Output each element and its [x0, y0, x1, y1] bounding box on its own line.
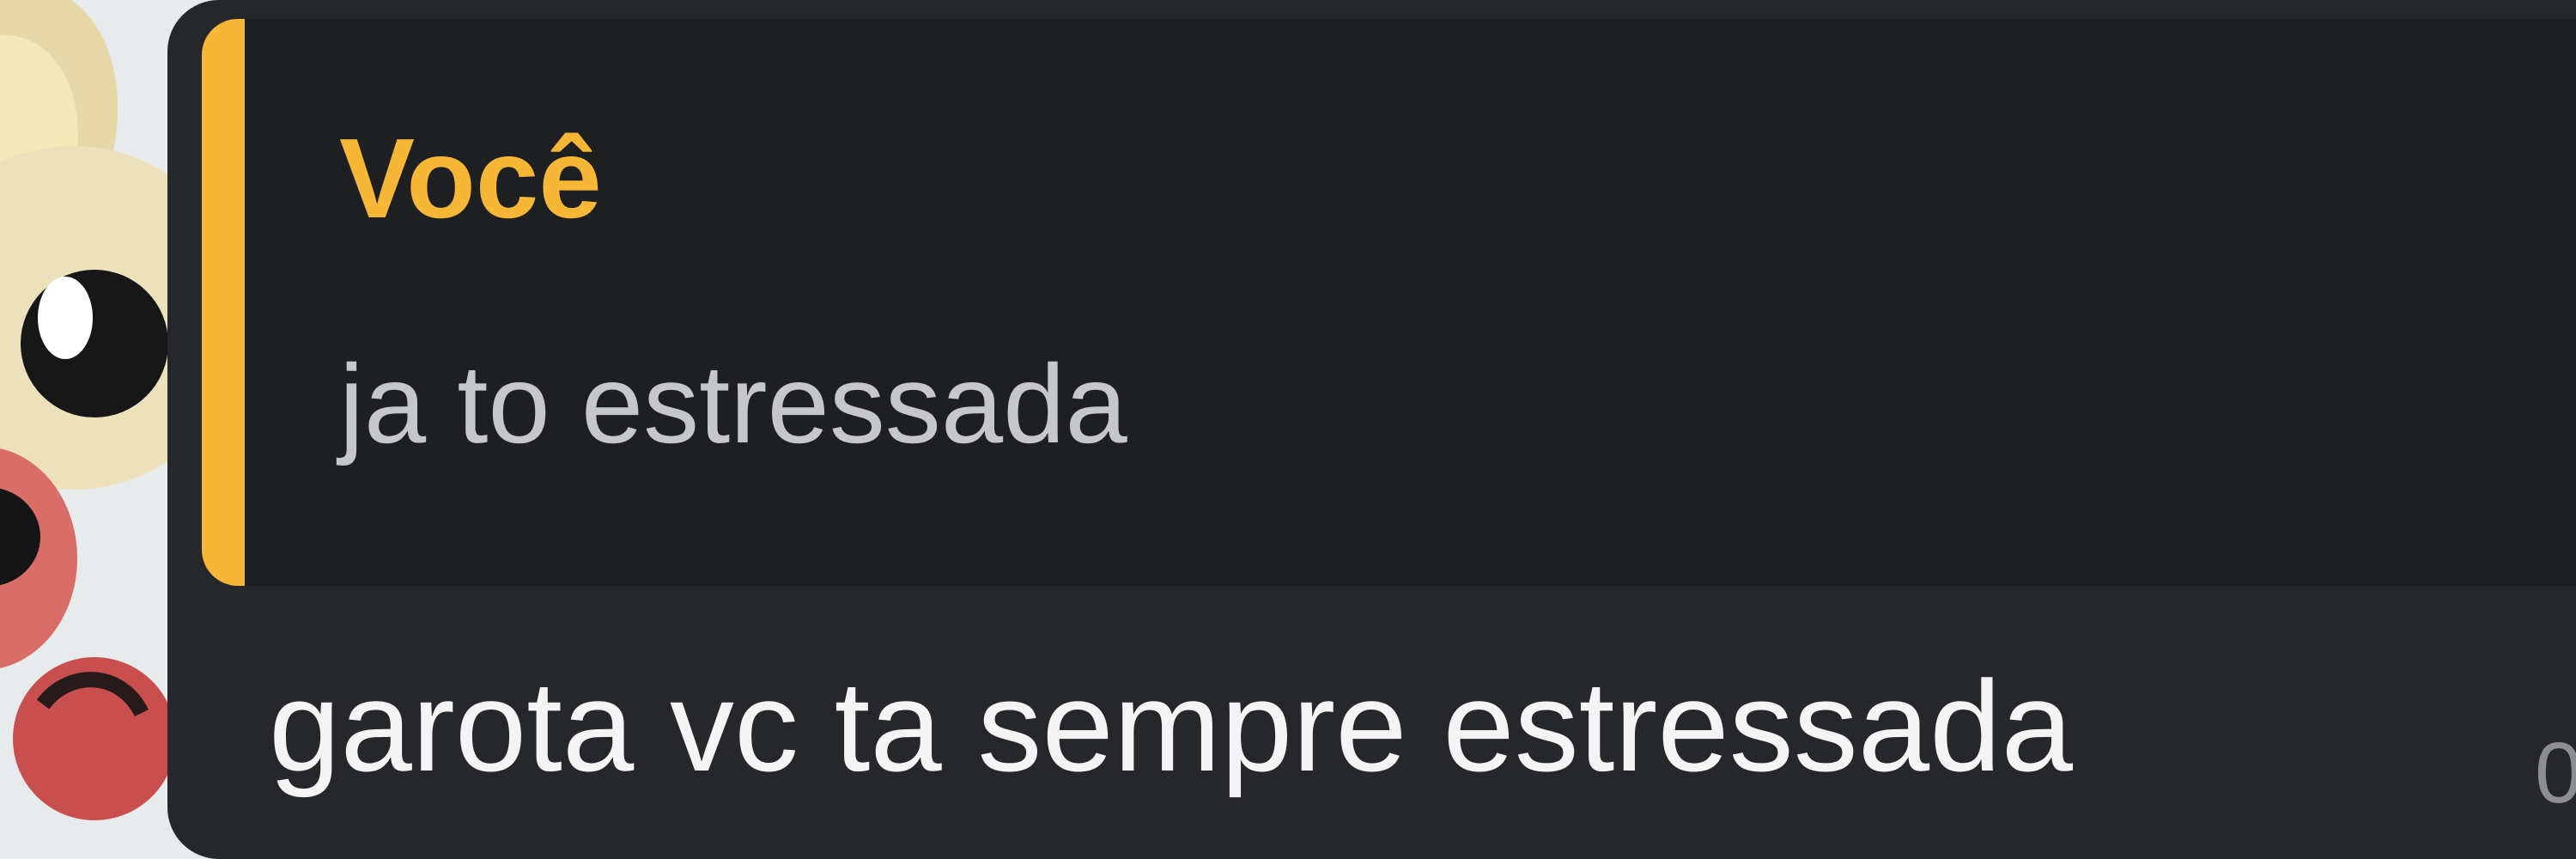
reply-message-text: ja to estressada — [339, 341, 1127, 466]
reply-accent-bar — [202, 19, 245, 586]
reply-author: Você — [339, 115, 602, 241]
chat-view: Você ja to estressada garota vc ta sempr… — [0, 0, 2576, 859]
message-text: garota vc ta sempre estressada — [269, 654, 2074, 798]
message-timestamp: 0 — [2535, 725, 2576, 821]
reply-preview[interactable]: Você ja to estressada — [202, 19, 2576, 586]
